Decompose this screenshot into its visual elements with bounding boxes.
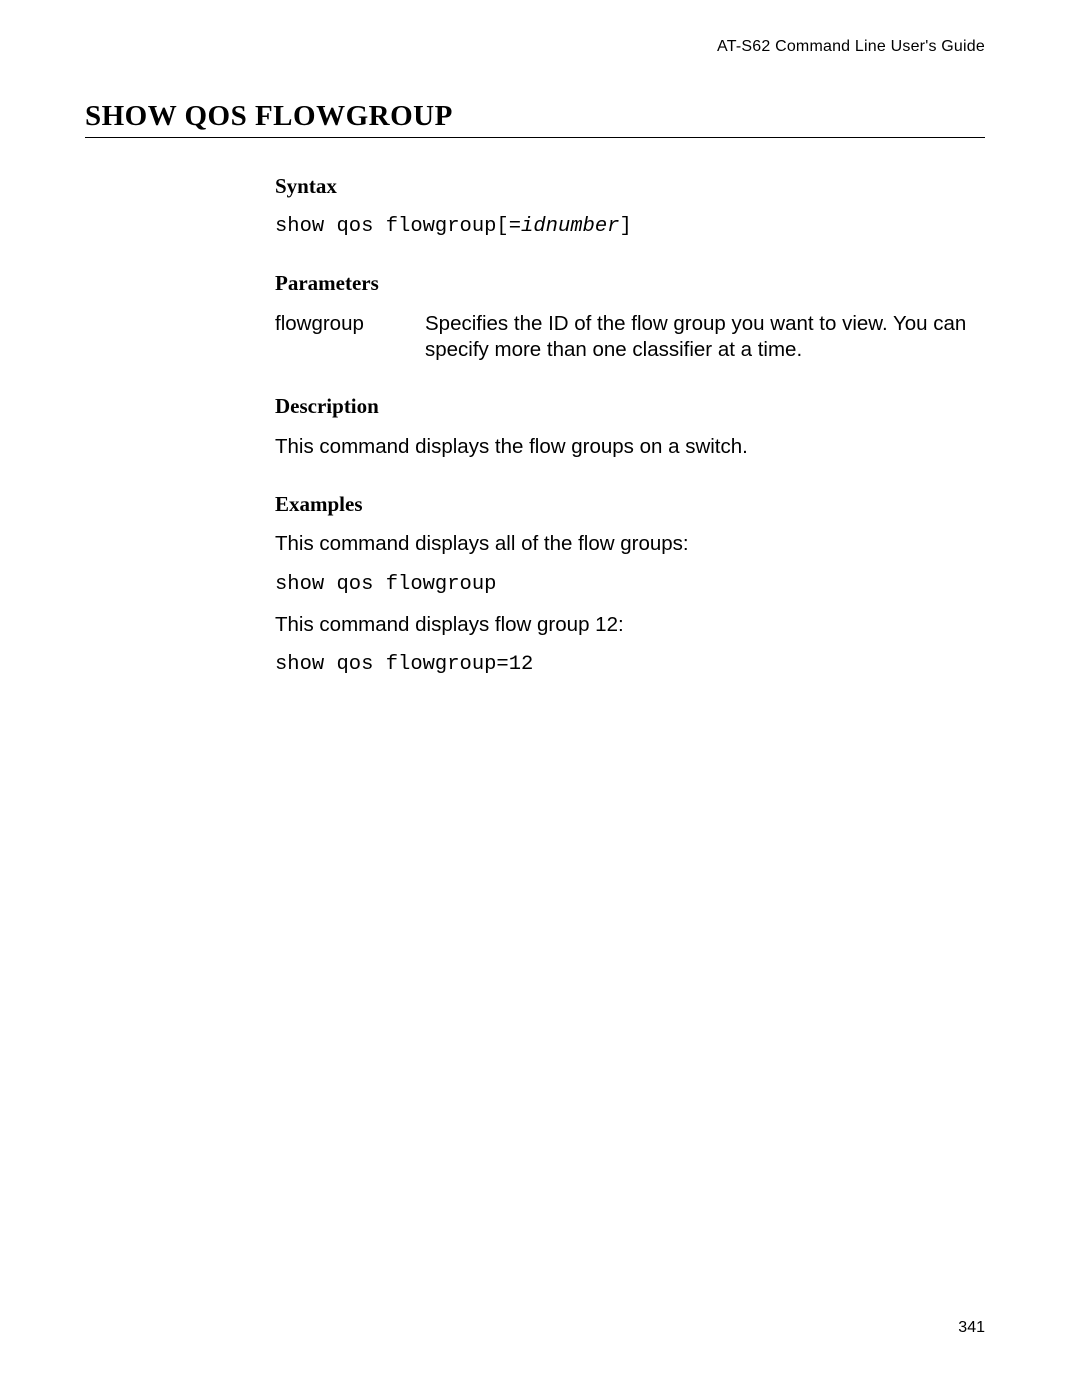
syntax-code: show qos flowgroup[=idnumber]: [275, 214, 985, 240]
content-body: Syntax show qos flowgroup[=idnumber] Par…: [275, 173, 985, 678]
page-number: 341: [958, 1319, 985, 1337]
running-header: AT-S62 Command Line User's Guide: [85, 38, 985, 56]
syntax-code-suffix: ]: [619, 215, 631, 238]
parameters-heading: Parameters: [275, 270, 985, 297]
example-code-1: show qos flowgroup: [275, 572, 985, 598]
command-title: SHOW QOS FLOWGROUP: [85, 100, 985, 138]
page: AT-S62 Command Line User's Guide SHOW QO…: [0, 0, 1080, 1397]
example-intro-2: This command displays flow group 12:: [275, 612, 985, 638]
examples-heading: Examples: [275, 491, 985, 518]
syntax-code-prefix: show qos flowgroup[=: [275, 215, 521, 238]
description-heading: Description: [275, 393, 985, 420]
parameter-definition: Specifies the ID of the flow group you w…: [425, 311, 985, 363]
syntax-heading: Syntax: [275, 173, 985, 200]
example-intro-1: This command displays all of the flow gr…: [275, 531, 985, 557]
example-code-2: show qos flowgroup=12: [275, 652, 985, 678]
description-text: This command displays the flow groups on…: [275, 434, 985, 460]
syntax-code-var: idnumber: [521, 215, 619, 238]
parameter-term: flowgroup: [275, 311, 425, 363]
parameter-row: flowgroup Specifies the ID of the flow g…: [275, 311, 985, 363]
